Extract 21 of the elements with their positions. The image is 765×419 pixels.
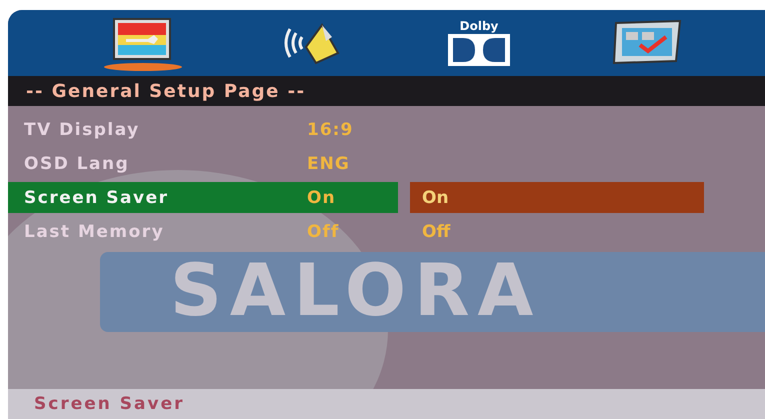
double-d-icon [447, 32, 511, 66]
setting-row[interactable]: Last Memory Off [8, 216, 398, 247]
status-text: Screen Saver [34, 394, 184, 414]
option-item[interactable]: On [410, 182, 704, 213]
setting-label: TV Display [24, 120, 141, 140]
setting-value: ENG [307, 154, 350, 174]
setting-label: Last Memory [24, 222, 166, 242]
setting-value: Off [307, 222, 340, 242]
setting-value: On [307, 188, 336, 208]
background-logo: SALORA [170, 254, 542, 326]
setting-label: Screen Saver [24, 188, 170, 208]
setting-row[interactable]: TV Display 16:9 [8, 114, 398, 145]
setting-row[interactable]: Screen Saver On [8, 182, 398, 213]
setting-row[interactable]: OSD Lang ENG [8, 148, 398, 179]
setting-label: OSD Lang [24, 154, 130, 174]
dolby-label: Dolby [460, 20, 498, 32]
checklist-icon [610, 19, 684, 67]
page-title: -- General Setup Page -- [26, 80, 306, 102]
option-item[interactable]: Off [410, 216, 704, 247]
menu-tab[interactable]: Dolby [436, 13, 522, 73]
setting-value: 16:9 [307, 120, 354, 140]
